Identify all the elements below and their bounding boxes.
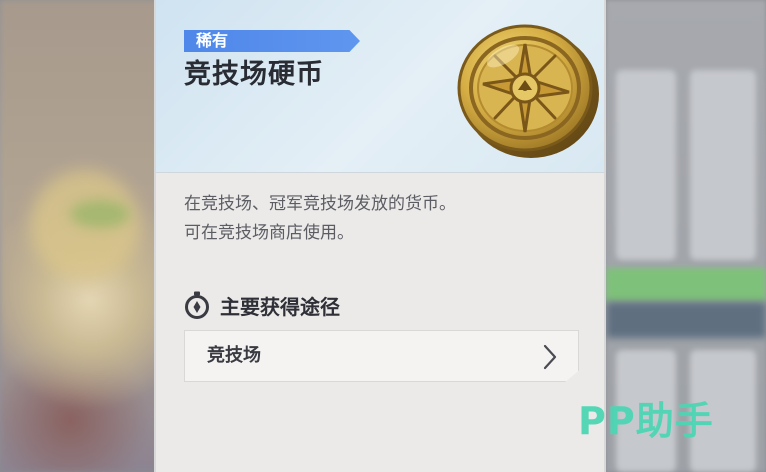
watermark: PP助手 — [578, 399, 714, 443]
compass-icon — [185, 291, 209, 319]
source-item-label: 竞技场 — [207, 345, 261, 366]
item-header: 稀有 竞技场硬币 — [156, 0, 604, 173]
rarity-label: 稀有 — [196, 31, 229, 50]
background-character-leaf — [70, 200, 130, 228]
background-dark-bar — [606, 302, 766, 338]
description-line: 可在竞技场商店使用。 — [184, 223, 354, 243]
item-detail-panel: 稀有 竞技场硬币 在竞技场、冠军竞技场发放的货币。 可在竞技场商店使用。 主要获… — [154, 0, 606, 472]
background-card — [690, 70, 756, 260]
source-item-arena[interactable]: 竞技场 — [184, 330, 579, 382]
background-card — [616, 70, 676, 260]
sources-heading: 主要获得途径 — [184, 288, 340, 322]
chevron-right-icon — [543, 344, 557, 370]
sources-heading-label: 主要获得途径 — [220, 294, 340, 319]
background-green-bar — [606, 268, 766, 302]
arena-coin-icon — [457, 24, 599, 158]
rarity-badge: 稀有 — [184, 30, 360, 52]
description-line: 在竞技场、冠军竞技场发放的货币。 — [184, 194, 456, 214]
item-description: 在竞技场、冠军竞技场发放的货币。 可在竞技场商店使用。 — [184, 190, 584, 248]
item-name: 竞技场硬币 — [184, 59, 324, 90]
